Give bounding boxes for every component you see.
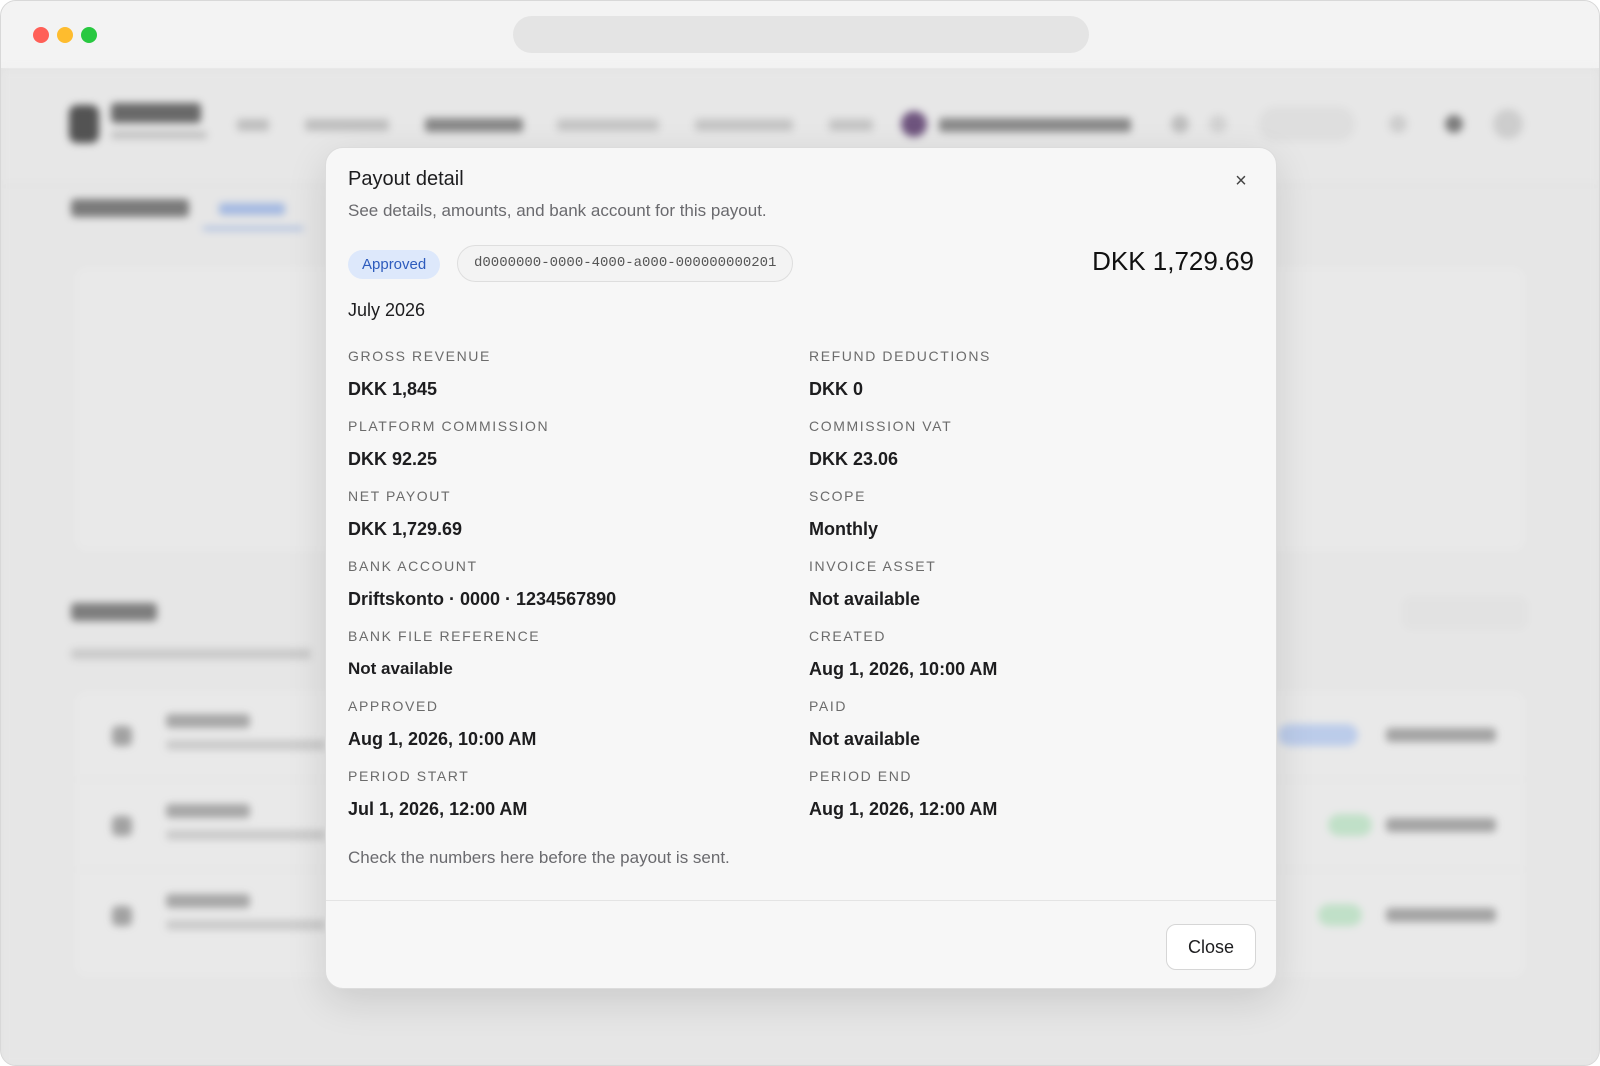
net-payout-label: NET PAYOUT (348, 488, 452, 504)
period-end-value: Aug 1, 2026, 12:00 AM (809, 799, 998, 819)
close-button[interactable]: Close (1166, 924, 1256, 970)
status-badge: Approved (348, 250, 441, 279)
period-end-label: PERIOD END (809, 768, 913, 784)
approved-value: Aug 1, 2026, 10:00 AM (348, 729, 537, 749)
payout-period: July 2026 (348, 300, 426, 320)
period-start-value: Jul 1, 2026, 12:00 AM (348, 799, 528, 819)
address-bar[interactable] (513, 16, 1089, 53)
payout-total-amount: DKK 1,729.69 (1092, 246, 1254, 276)
invoice-asset-value: Not available (809, 589, 921, 609)
paid-value: Not available (809, 729, 921, 749)
payout-detail-dialog: Payout detail See details, amounts, and … (325, 147, 1277, 989)
paid-label: PAID (809, 698, 848, 714)
created-value: Aug 1, 2026, 10:00 AM (809, 659, 998, 679)
scope-value: Monthly (809, 519, 878, 539)
dialog-footer-divider (326, 900, 1276, 901)
bank-account-value: Driftskonto · 0000 · 1234567890 (348, 589, 617, 609)
app-window: Payout detail See details, amounts, and … (0, 0, 1600, 1066)
window-minimize-control[interactable] (57, 27, 73, 43)
dialog-description: See details, amounts, and bank account f… (348, 201, 767, 220)
dialog-title: Payout detail (348, 168, 464, 190)
payout-id-chip[interactable]: d0000000-0000-4000-a000-000000000201 (457, 245, 794, 282)
refund-deductions-value: DKK 0 (809, 379, 864, 399)
net-payout-value: DKK 1,729.69 (348, 519, 463, 539)
title-bar (1, 1, 1599, 69)
close-icon[interactable]: × (1230, 170, 1252, 192)
commission-vat-label: COMMISSION VAT (809, 418, 953, 434)
platform-commission-value: DKK 92.25 (348, 449, 438, 469)
window-zoom-control[interactable] (81, 27, 97, 43)
commission-vat-value: DKK 23.06 (809, 449, 899, 469)
bank-file-reference-label: BANK FILE REFERENCE (348, 628, 541, 644)
invoice-asset-label: INVOICE ASSET (809, 558, 937, 574)
bank-account-label: BANK ACCOUNT (348, 558, 478, 574)
approved-label: APPROVED (348, 698, 439, 714)
refund-deductions-label: REFUND DEDUCTIONS (809, 348, 991, 364)
gross-revenue-label: GROSS REVENUE (348, 348, 491, 364)
window-close-control[interactable] (33, 27, 49, 43)
platform-commission-label: PLATFORM COMMISSION (348, 418, 550, 434)
review-note: Check the numbers here before the payout… (348, 848, 730, 867)
bank-file-reference-value: Not available (348, 659, 453, 678)
period-start-label: PERIOD START (348, 768, 470, 784)
gross-revenue-value: DKK 1,845 (348, 379, 438, 399)
created-label: CREATED (809, 628, 887, 644)
scope-label: SCOPE (809, 488, 867, 504)
